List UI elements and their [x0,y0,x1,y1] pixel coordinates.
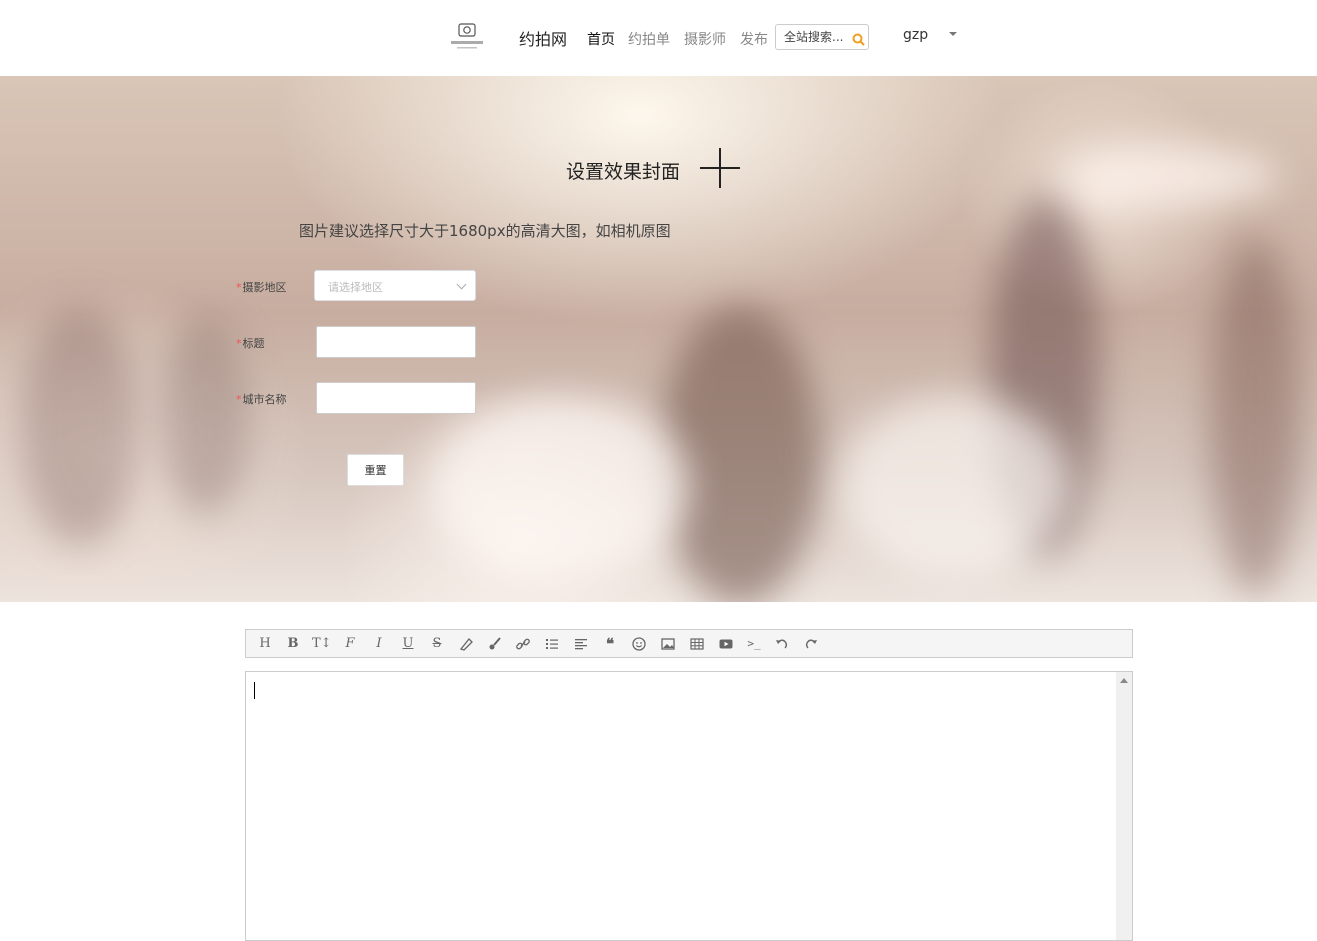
redo-icon[interactable] [802,635,820,653]
heading-icon[interactable]: H [256,635,274,653]
cover-title: 设置效果封面 [566,161,681,183]
reset-button[interactable]: 重置 [347,454,404,486]
region-placeholder: 请选择地区 [328,281,383,294]
region-select[interactable]: 请选择地区 [314,270,476,301]
logo[interactable] [449,20,485,52]
quote-icon[interactable]: ❝ [601,635,619,653]
top-header: 约拍网 首页 约拍单 摄影师 发布 gzp [0,0,1317,76]
brush-icon[interactable] [486,635,504,653]
title-label: *标题 [236,337,265,350]
image-icon[interactable] [659,635,677,653]
nav-home[interactable]: 首页 [587,29,615,49]
username[interactable]: gzp [903,27,928,43]
nav-photographers[interactable]: 摄影师 [684,29,726,49]
underline-icon[interactable]: U [399,635,417,653]
background-light [430,396,690,576]
editor-toolbar: H B T↕ F I U S ❝ >_ [245,629,1133,658]
cover-hint: 图片建议选择尺寸大于1680px的高清大图，如相机原图 [299,222,671,240]
strikethrough-icon[interactable]: S [428,635,446,653]
highlight-icon[interactable] [457,635,475,653]
city-input[interactable] [316,382,476,414]
cover-banner [0,76,1317,602]
table-icon[interactable] [688,635,706,653]
align-icon[interactable] [572,635,590,653]
font-size-icon[interactable]: T↕ [312,635,332,653]
video-icon[interactable] [717,635,735,653]
code-icon[interactable]: >_ [745,635,763,653]
region-label: *摄影地区 [236,281,287,294]
user-dropdown-caret-icon[interactable] [949,32,957,36]
required-mark: * [236,393,242,406]
nav-orders[interactable]: 约拍单 [628,29,670,49]
background-blur-figure [660,306,820,602]
editor-textarea[interactable] [245,671,1133,941]
scroll-up-arrow-icon[interactable] [1120,678,1128,683]
site-brand[interactable]: 约拍网 [519,26,567,50]
list-icon[interactable] [543,635,561,653]
background-blur-figure [1210,236,1300,596]
emoji-icon[interactable] [630,635,648,653]
city-label: *城市名称 [236,393,287,406]
link-icon[interactable] [514,635,532,653]
italic-icon[interactable]: I [370,635,388,653]
site-search [775,24,869,50]
add-cover-plus-icon[interactable] [700,148,740,188]
title-input[interactable] [316,326,476,358]
editor-scrollbar[interactable] [1116,672,1132,940]
text-cursor [254,682,255,699]
required-mark: * [236,281,242,294]
search-input[interactable] [784,26,852,48]
background-light [1060,146,1280,206]
background-light [840,396,1070,576]
search-icon[interactable] [852,31,865,50]
required-mark: * [236,337,242,350]
bold-icon[interactable]: B [284,635,302,653]
font-family-icon[interactable]: F [341,635,359,653]
background-blur-figure [20,306,140,546]
chevron-down-icon [456,279,467,290]
undo-icon[interactable] [773,635,791,653]
nav-publish[interactable]: 发布 [740,29,768,49]
